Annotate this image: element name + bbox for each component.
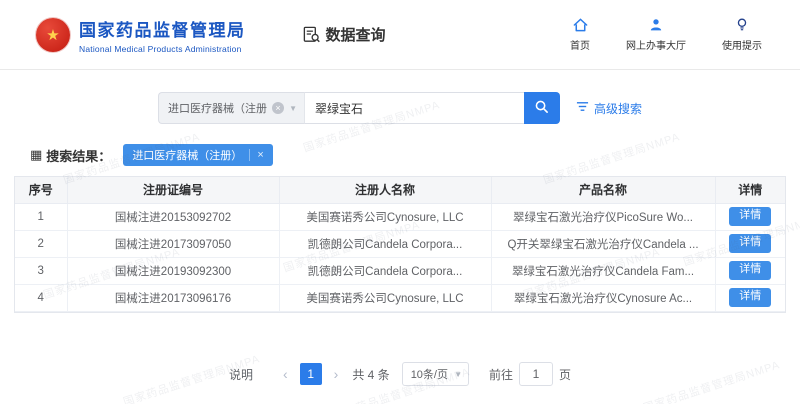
bulb-icon xyxy=(734,17,750,33)
nav-item-service-hall[interactable]: 网上办事大厅 xyxy=(626,17,686,52)
cell-index: 1 xyxy=(15,203,67,230)
cell-registrant: 凯德朗公司Candela Corpora... xyxy=(279,230,491,257)
nav-item-tips[interactable]: 使用提示 xyxy=(722,17,762,52)
top-nav: 首页 网上办事大厅 使 xyxy=(570,17,762,52)
results-table-wrap: 序号 注册证编号 注册人名称 产品名称 详情 1 国械注进20153092702… xyxy=(14,176,786,313)
app-title-label: 数据查询 xyxy=(326,24,386,45)
goto-suffix: 页 xyxy=(559,366,571,383)
note-link[interactable]: 说明 xyxy=(229,366,253,383)
app-title: 数据查询 xyxy=(302,24,386,45)
advanced-search-link[interactable]: 高级搜索 xyxy=(576,100,642,117)
search-group: 进口医疗器械（注册） × ▼ xyxy=(158,92,560,124)
brand: ★ 国家药品监督管理局 National Medical Products Ad… xyxy=(36,16,246,54)
detail-button[interactable]: 详情 xyxy=(729,288,771,306)
table-row: 4 国械注进20173096176 美国赛诺秀公司Cynosure, LLC 翠… xyxy=(15,284,785,311)
search-icon xyxy=(534,99,549,117)
goto-group: 前往 页 xyxy=(489,362,571,386)
results-grid-icon: ▦ xyxy=(30,147,42,163)
search-section: 进口医疗器械（注册） × ▼ xyxy=(0,70,800,136)
home-icon xyxy=(572,17,589,33)
national-emblem-logo: ★ xyxy=(36,18,70,52)
table-row: 3 国械注进20193092300 凯德朗公司Candela Corpora..… xyxy=(15,257,785,284)
filter-icon xyxy=(576,100,589,116)
search-input[interactable] xyxy=(304,92,524,124)
table-header-row: 序号 注册证编号 注册人名称 产品名称 详情 xyxy=(15,177,785,203)
cell-registrant: 美国赛诺秀公司Cynosure, LLC xyxy=(279,284,491,311)
org-name-en: National Medical Products Administration xyxy=(79,44,246,54)
data-query-icon xyxy=(302,25,321,44)
cell-cert-no: 国械注进20153092702 xyxy=(67,203,279,230)
nav-label-service-hall: 网上办事大厅 xyxy=(626,37,686,52)
page-number-1[interactable]: 1 xyxy=(300,363,322,385)
goto-label: 前往 xyxy=(489,366,513,383)
table-row: 1 国械注进20153092702 美国赛诺秀公司Cynosure, LLC 翠… xyxy=(15,203,785,230)
advanced-search-label: 高级搜索 xyxy=(594,100,642,117)
next-page-icon[interactable]: › xyxy=(332,366,341,382)
category-select[interactable]: 进口医疗器械（注册） × ▼ xyxy=(158,92,304,124)
header: ★ 国家药品监督管理局 National Medical Products Ad… xyxy=(0,0,800,70)
total-count: 共 4 条 xyxy=(352,366,389,383)
detail-button[interactable]: 详情 xyxy=(729,207,771,225)
cell-index: 3 xyxy=(15,257,67,284)
chevron-down-icon: ▼ xyxy=(454,370,462,379)
col-header-product: 产品名称 xyxy=(491,177,715,203)
pagination: 说明 ‹ 1 › 共 4 条 10条/页 ▼ 前往 页 xyxy=(0,362,800,386)
nav-item-home[interactable]: 首页 xyxy=(570,17,590,52)
prev-page-icon[interactable]: ‹ xyxy=(281,366,290,382)
page-size-select[interactable]: 10条/页 ▼ xyxy=(402,362,469,386)
cell-cert-no: 国械注进20173096176 xyxy=(67,284,279,311)
cell-product: Q开关翠绿宝石激光治疗仪Candela ... xyxy=(491,230,715,257)
col-header-index: 序号 xyxy=(15,177,67,203)
col-header-registrant: 注册人名称 xyxy=(279,177,491,203)
cell-cert-no: 国械注进20173097050 xyxy=(67,230,279,257)
detail-button[interactable]: 详情 xyxy=(729,234,771,252)
cell-index: 2 xyxy=(15,230,67,257)
goto-page-input[interactable] xyxy=(519,362,553,386)
page-size-value: 10条/页 xyxy=(411,366,448,382)
cell-registrant: 凯德朗公司Candela Corpora... xyxy=(279,257,491,284)
detail-button[interactable]: 详情 xyxy=(729,261,771,279)
cell-cert-no: 国械注进20193092300 xyxy=(67,257,279,284)
filter-tag[interactable]: 进口医疗器械（注册） × xyxy=(123,144,272,166)
clear-category-icon[interactable]: × xyxy=(272,102,284,114)
org-name-cn: 国家药品监督管理局 xyxy=(79,16,246,41)
user-icon xyxy=(648,17,664,33)
nmpa-data-query-page: 国家药品监督管理局NMPA 国家药品监督管理局NMPA 国家药品监督管理局NMP… xyxy=(0,0,800,404)
results-table: 序号 注册证编号 注册人名称 产品名称 详情 1 国械注进20153092702… xyxy=(15,177,785,312)
col-header-cert-no: 注册证编号 xyxy=(67,177,279,203)
chevron-down-icon: ▼ xyxy=(289,104,297,113)
search-button[interactable] xyxy=(524,92,560,124)
cell-index: 4 xyxy=(15,284,67,311)
category-select-value: 进口医疗器械（注册） xyxy=(168,100,267,116)
nav-label-tips: 使用提示 xyxy=(722,37,762,52)
filter-tag-label: 进口医疗器械（注册） xyxy=(132,147,242,163)
table-row: 2 国械注进20173097050 凯德朗公司Candela Corpora..… xyxy=(15,230,785,257)
results-label: ▦ 搜索结果： xyxy=(30,146,111,165)
results-bar: ▦ 搜索结果： 进口医疗器械（注册） × xyxy=(0,136,800,176)
col-header-detail: 详情 xyxy=(715,177,785,203)
nav-label-home: 首页 xyxy=(570,37,590,52)
cell-product: 翠绿宝石激光治疗仪Cynosure Ac... xyxy=(491,284,715,311)
cell-product: 翠绿宝石激光治疗仪PicoSure Wo... xyxy=(491,203,715,230)
results-label-text: 搜索结果： xyxy=(46,146,111,165)
cell-registrant: 美国赛诺秀公司Cynosure, LLC xyxy=(279,203,491,230)
brand-text: 国家药品监督管理局 National Medical Products Admi… xyxy=(79,16,246,54)
tag-close-icon[interactable]: × xyxy=(249,149,263,161)
cell-product: 翠绿宝石激光治疗仪Candela Fam... xyxy=(491,257,715,284)
